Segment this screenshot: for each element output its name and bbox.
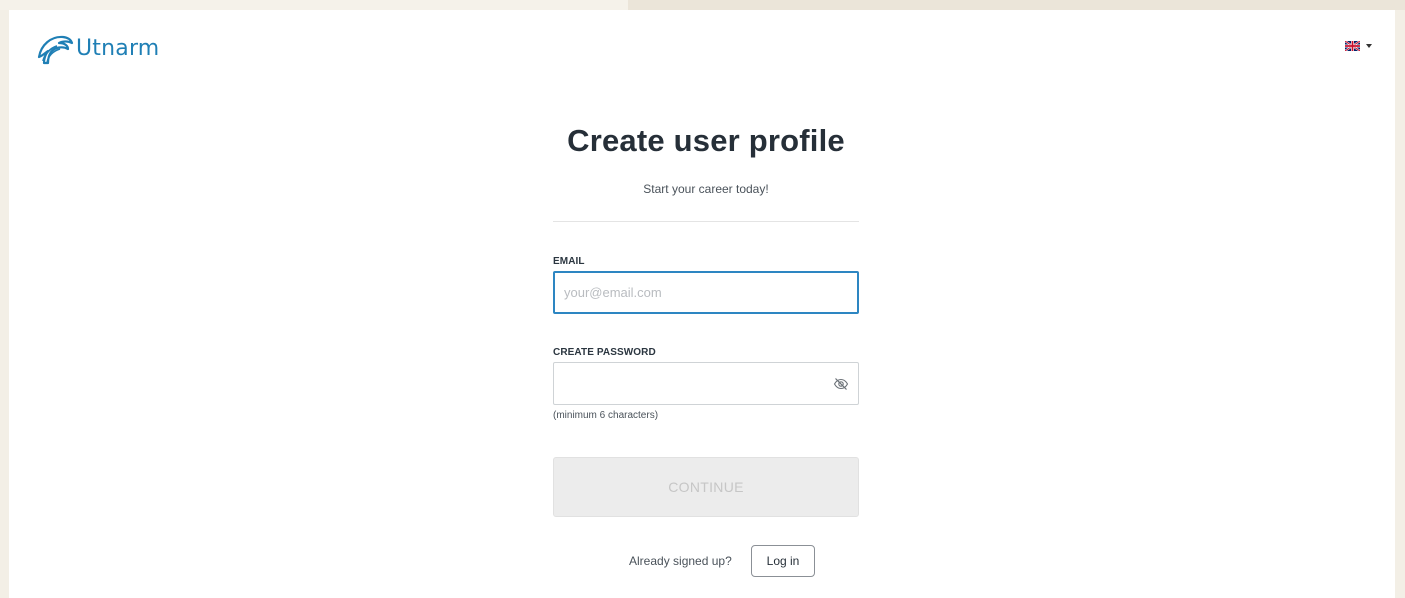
- password-field-wrapper: [553, 362, 859, 405]
- password-label: CREATE PASSWORD: [553, 347, 656, 358]
- language-selector[interactable]: [1345, 41, 1372, 51]
- email-field[interactable]: [564, 273, 824, 312]
- uk-flag-icon: [1345, 41, 1360, 51]
- email-field-wrapper: [553, 271, 859, 314]
- password-field[interactable]: [563, 363, 823, 404]
- top-background-strip: [0, 0, 1405, 10]
- divider: [553, 221, 859, 222]
- password-hint: (minimum 6 characters): [553, 410, 659, 421]
- utnarm-logo-icon: [37, 35, 74, 65]
- brand-name: Utnarm: [76, 35, 160, 61]
- caret-down-icon: [1366, 44, 1372, 48]
- page-subtitle: Start your career today!: [643, 182, 769, 196]
- email-label: EMAIL: [553, 256, 585, 267]
- eye-slash-icon[interactable]: [833, 376, 849, 392]
- continue-button[interactable]: CONTINUE: [553, 457, 859, 517]
- page-title: Create user profile: [567, 123, 845, 158]
- page-card: Utnarm Create user profile Start your ca…: [9, 10, 1395, 598]
- top-background-strip-right: [628, 0, 1405, 10]
- brand-logo[interactable]: Utnarm: [35, 30, 159, 66]
- login-button[interactable]: Log in: [751, 545, 815, 577]
- already-signed-up-text: Already signed up?: [629, 554, 732, 568]
